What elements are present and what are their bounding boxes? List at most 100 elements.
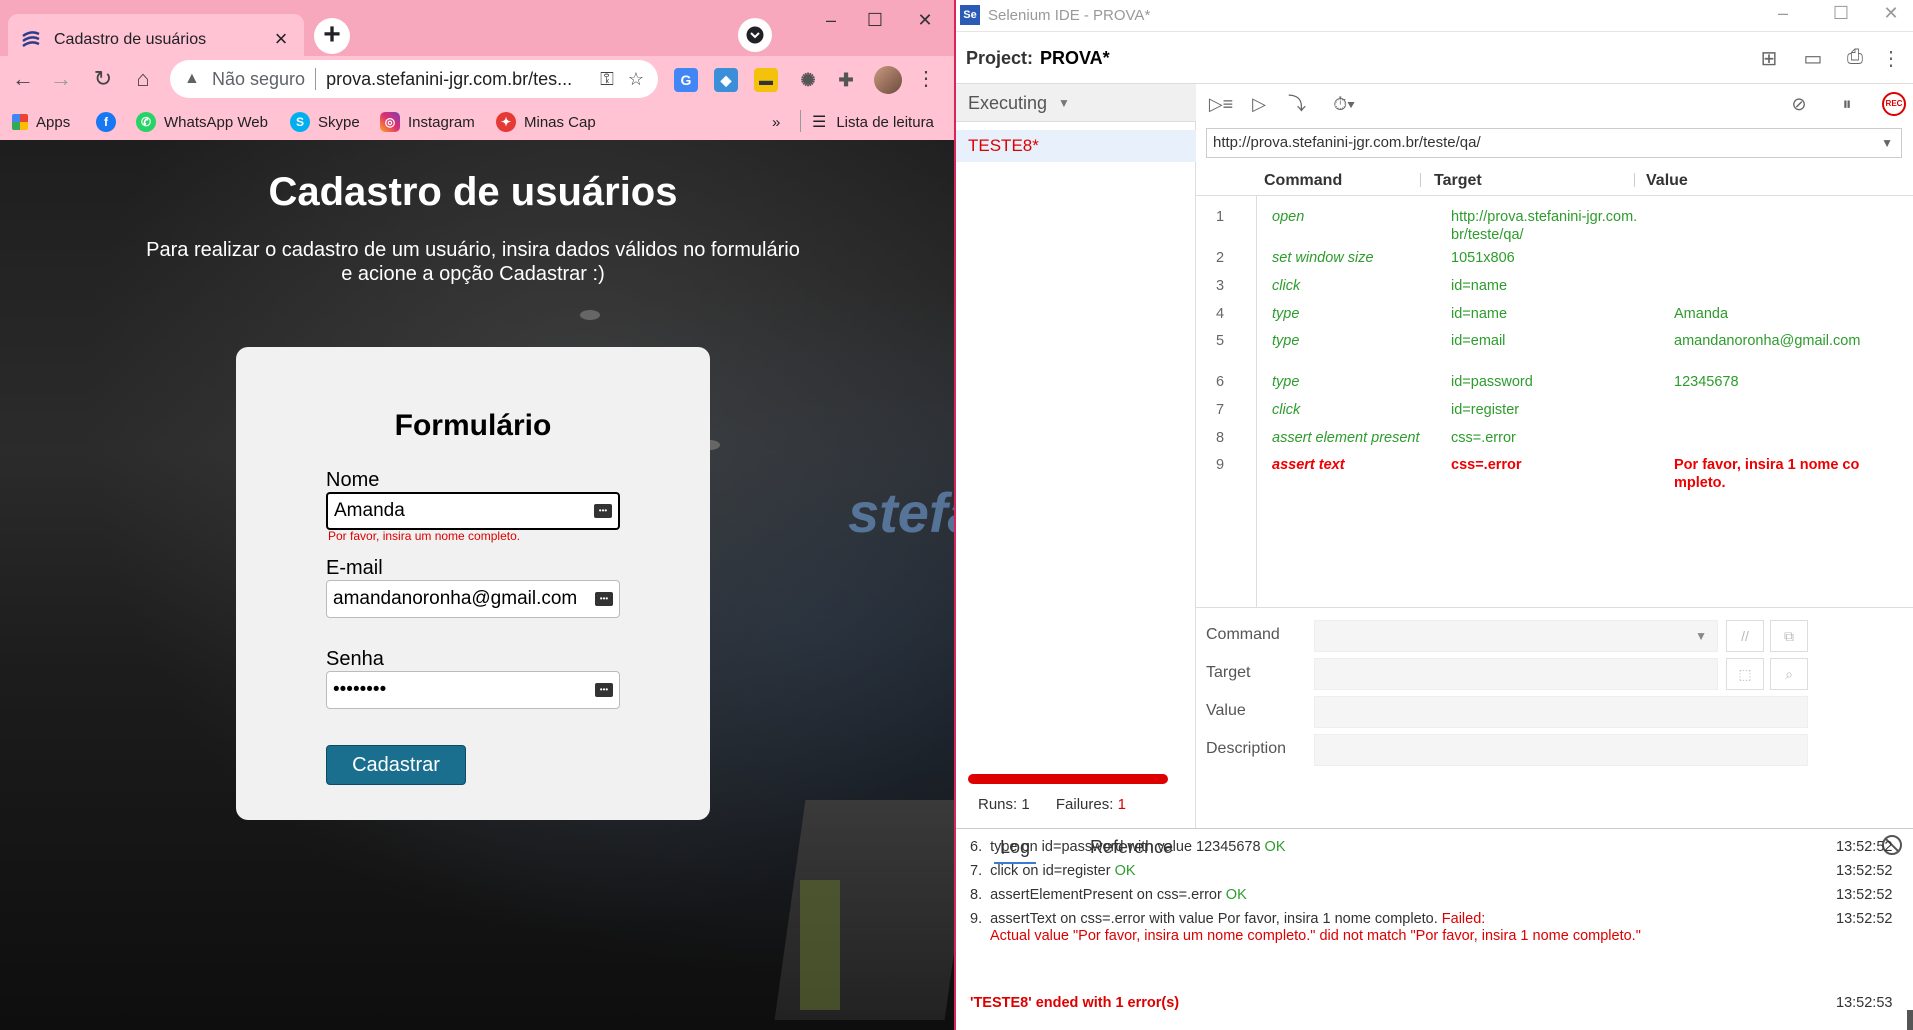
disable-breakpoints-icon[interactable]: ⊘	[1786, 91, 1812, 117]
target-input[interactable]	[1314, 658, 1718, 690]
minimize-icon[interactable]: –	[816, 6, 846, 36]
speed-icon[interactable]: ⏱▾	[1324, 91, 1364, 117]
forward-icon[interactable]: →	[46, 64, 76, 94]
chevron-down-icon[interactable]: ▼	[1881, 129, 1893, 157]
run-all-icon[interactable]: ▷≡	[1208, 91, 1234, 117]
maximize-icon[interactable]: ☐	[860, 6, 890, 36]
browser-toolbar: ← → ↻ ⌂ ▲ Não seguro prova.stefanini-jgr…	[0, 56, 954, 104]
whatsapp-icon: ✆	[136, 112, 156, 132]
command-label: Command	[1206, 626, 1280, 643]
password-input[interactable]: •••••••• •••	[326, 671, 620, 709]
step-icon[interactable]: ⤵	[1284, 91, 1310, 117]
description-input[interactable]	[1314, 734, 1808, 766]
log-scrollbar[interactable]	[1907, 1010, 1913, 1030]
project-name[interactable]: PROVA*	[1040, 48, 1110, 69]
email-input[interactable]: amandanoronha@gmail.com •••	[326, 580, 620, 618]
puzzle-icon[interactable]: ✚	[834, 68, 858, 92]
reading-list[interactable]: ☰ Lista de leitura	[812, 110, 934, 134]
command-input[interactable]: ▼	[1314, 620, 1718, 652]
bookmark-label: Apps	[36, 113, 71, 131]
new-project-icon[interactable]: ⊞	[1756, 46, 1782, 70]
star-icon[interactable]: ☆	[628, 69, 644, 90]
command-number: 5	[1216, 333, 1225, 349]
open-project-icon[interactable]: ▭	[1800, 46, 1826, 70]
more-bookmarks-icon[interactable]: »	[772, 110, 780, 134]
register-button[interactable]: Cadastrar	[326, 745, 466, 785]
bookmark-skype[interactable]: S Skype	[290, 110, 360, 134]
value-cell: Amanda	[1674, 306, 1729, 322]
open-reference-icon[interactable]: ⧉	[1770, 620, 1808, 652]
save-project-icon[interactable]: ⎙	[1842, 46, 1868, 70]
selenium-ide-window: Se Selenium IDE - PROVA* – ☐ ✕ Project: …	[956, 0, 1913, 1030]
name-label: Nome	[326, 469, 380, 491]
comment-button[interactable]: //	[1726, 620, 1764, 652]
bookmark-label: Instagram	[408, 113, 475, 131]
more-icon[interactable]: ⋮	[1878, 46, 1904, 70]
executing-dropdown[interactable]: Executing ▼	[956, 84, 1196, 122]
run-test-icon[interactable]: ▷	[1246, 91, 1272, 117]
close-window-icon[interactable]: ✕	[910, 6, 940, 36]
bookmarks-bar: Apps f ✆ WhatsApp Web S Skype ◎ Instagra…	[0, 104, 954, 140]
log-detail: Actual value "Por favor, insira um nome …	[990, 928, 1641, 944]
password-manager-icon[interactable]: •••	[595, 683, 613, 697]
key-icon[interactable]: ⚿	[600, 69, 614, 90]
log-text: assertElementPresent on css=.error	[990, 887, 1222, 903]
separator	[1420, 173, 1421, 187]
registration-form: Formulário Nome Amanda ••• Por favor, in…	[236, 347, 710, 820]
bookmark-whatsapp[interactable]: ✆ WhatsApp Web	[136, 110, 268, 134]
log-text: type on id=password with value 12345678	[990, 839, 1261, 855]
security-status[interactable]: Não seguro	[212, 69, 305, 90]
command-cell: type	[1272, 374, 1300, 390]
password-manager-icon[interactable]: •••	[595, 592, 613, 606]
password-manager-icon[interactable]: •••	[594, 504, 612, 518]
separator	[1634, 173, 1635, 187]
reload-icon[interactable]: ↻	[88, 64, 118, 94]
table-header: Command Target Value	[1196, 164, 1913, 196]
bookmark-minascap[interactable]: ✦ Minas Cap	[496, 110, 596, 134]
minimize-icon[interactable]: –	[1768, 3, 1798, 24]
warning-icon: ▲	[184, 70, 200, 87]
close-window-icon[interactable]: ✕	[1876, 3, 1906, 24]
password-value: ••••••••	[333, 679, 387, 700]
translate-extension-icon[interactable]: G	[674, 68, 698, 92]
tab-close-icon[interactable]: ×	[270, 28, 292, 51]
find-target-icon[interactable]: ⌕	[1770, 658, 1808, 690]
back-icon[interactable]: ←	[8, 64, 38, 94]
url-text[interactable]: prova.stefanini-jgr.com.br/tes...	[326, 69, 586, 90]
new-tab-button[interactable]: +	[314, 18, 350, 54]
select-target-icon[interactable]: ⬚	[1726, 658, 1764, 690]
home-icon[interactable]: ⌂	[128, 64, 158, 94]
bookmark-apps[interactable]: Apps	[12, 110, 70, 134]
log-status: OK	[1114, 863, 1136, 879]
name-input[interactable]: Amanda •••	[326, 492, 620, 530]
gear-extension-icon[interactable]: ✺	[796, 68, 820, 92]
log-text: assertText on css=.error with value Por …	[990, 911, 1438, 927]
command-cell: open	[1272, 209, 1305, 225]
shield-extension-icon[interactable]: ◆	[714, 68, 738, 92]
tab-search-button[interactable]	[738, 18, 772, 52]
value-cell: amandanoronha@gmail.com	[1674, 333, 1861, 349]
value-label: Value	[1206, 702, 1246, 719]
notes-extension-icon[interactable]: ▬	[754, 68, 778, 92]
record-button[interactable]: REC	[1882, 92, 1906, 116]
maximize-icon[interactable]: ☐	[1826, 3, 1856, 24]
column-header: Value	[1646, 172, 1688, 189]
pause-icon[interactable]: ⏸	[1834, 91, 1860, 117]
value-input[interactable]	[1314, 696, 1808, 728]
address-bar[interactable]: ▲ Não seguro prova.stefanini-jgr.com.br/…	[170, 60, 658, 98]
base-url-input[interactable]: http://prova.stefanini-jgr.com.br/teste/…	[1206, 128, 1902, 158]
test-item[interactable]: TESTE8*	[956, 130, 1196, 162]
log-line: 6. type on id=password with value 1234567…	[970, 839, 1870, 856]
runs-value: 1	[1021, 796, 1030, 813]
profile-avatar[interactable]	[874, 66, 902, 94]
log-number: 6.	[970, 839, 983, 855]
page-subtitle: Para realizar o cadastro de um usuário, …	[146, 239, 800, 285]
command-cell: click	[1272, 402, 1301, 418]
page-title: Cadastro de usuários	[268, 170, 678, 214]
bookmark-facebook[interactable]: f	[96, 110, 124, 134]
chevron-down-icon	[746, 26, 764, 44]
bookmark-instagram[interactable]: ◎ Instagram	[380, 110, 475, 134]
command-editor: Command ▼ // ⧉ Target ⬚ ⌕ Value Descript…	[1196, 612, 1913, 828]
separator	[800, 110, 801, 132]
menu-icon[interactable]: ⋮	[916, 66, 936, 91]
